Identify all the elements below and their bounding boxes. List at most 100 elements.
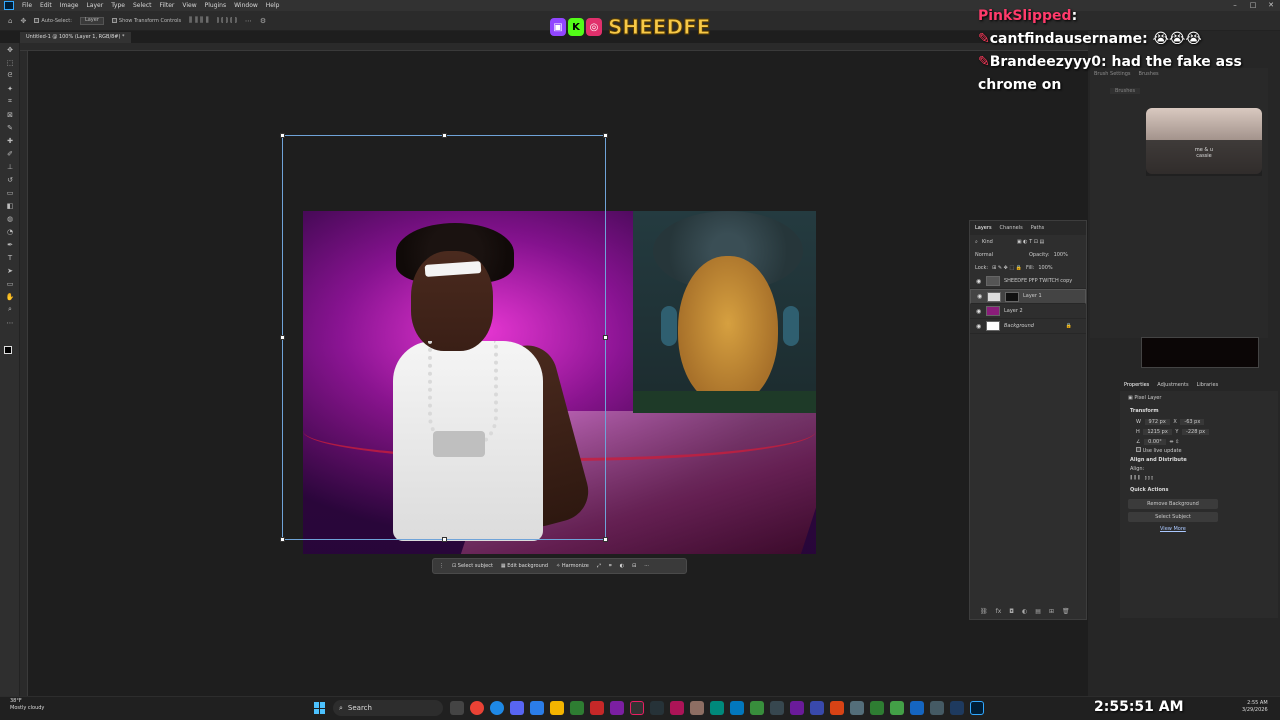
adjustment-layer-icon[interactable]: ◐	[1022, 608, 1027, 615]
app-icon[interactable]	[870, 701, 884, 715]
menu-plugins[interactable]: Plugins	[201, 2, 231, 9]
discord-icon[interactable]	[510, 701, 524, 715]
transform-handle-t[interactable]	[442, 133, 447, 138]
height-field[interactable]: 1215 px	[1143, 429, 1172, 435]
layer-row[interactable]: ◉ Layer 1	[970, 289, 1086, 304]
brush-tool-icon[interactable]: ✐	[0, 147, 20, 160]
tab-layers[interactable]: Layers	[975, 225, 992, 231]
more-options-icon[interactable]: ⋯	[644, 563, 649, 569]
menu-filter[interactable]: Filter	[156, 2, 179, 9]
transform-controls-checkbox[interactable]: Show Transform Controls	[111, 18, 181, 24]
live-update-checkbox[interactable]	[1136, 447, 1141, 452]
transform-section-title[interactable]: Transform	[1120, 405, 1278, 417]
app-icon[interactable]	[910, 701, 924, 715]
lasso-tool-icon[interactable]: ᘓ	[0, 69, 20, 82]
foreground-color-swatch[interactable]	[4, 346, 12, 354]
app-icon[interactable]	[650, 701, 664, 715]
settings-icon[interactable]: ⚙	[260, 17, 266, 25]
checkbox-icon[interactable]	[111, 18, 117, 23]
drag-handle-icon[interactable]: ⋮	[439, 563, 444, 569]
transform-icon[interactable]: ⤢	[597, 563, 601, 569]
select-subject-button[interactable]: ⊡ Select subject	[452, 563, 493, 569]
transform-handle-bl[interactable]	[280, 537, 285, 542]
clone-stamp-icon[interactable]: ⊥	[0, 160, 20, 173]
blur-tool-icon[interactable]: ◍	[0, 212, 20, 225]
layer-name[interactable]: Layer 1	[1023, 293, 1042, 300]
align-icons[interactable]: ⫼ ⫼ ⫼ ⫾ ⫾ ⫾	[1120, 472, 1278, 484]
auto-select-checkbox[interactable]: Auto-Select:	[34, 18, 72, 24]
crop-icon[interactable]: ⌗	[609, 563, 612, 569]
menu-edit[interactable]: Edit	[36, 2, 56, 9]
app-icon[interactable]	[750, 701, 764, 715]
app-icon[interactable]	[570, 701, 584, 715]
new-layer-icon[interactable]: ⊞	[1049, 608, 1054, 615]
crop-tool-icon[interactable]: ⌗	[0, 95, 20, 108]
harmonize-button[interactable]: ✧ Harmonize	[556, 563, 589, 569]
transform-handle-br[interactable]	[603, 537, 608, 542]
path-selection-icon[interactable]: ➤	[0, 264, 20, 277]
gradient-tool-icon[interactable]: ◧	[0, 199, 20, 212]
transform-handle-tl[interactable]	[280, 133, 285, 138]
select-subject-button-panel[interactable]: Select Subject	[1128, 512, 1218, 522]
healing-brush-icon[interactable]: ✚	[0, 134, 20, 147]
app-icon[interactable]	[830, 701, 844, 715]
home-icon[interactable]: ⌂	[8, 17, 12, 25]
flip-icons[interactable]: ⇹ ⇳	[1169, 439, 1179, 445]
app-icon[interactable]	[730, 701, 744, 715]
app-icon[interactable]	[950, 701, 964, 715]
history-brush-icon[interactable]: ↺	[0, 173, 20, 186]
more-tools-icon[interactable]: ⋯	[0, 316, 20, 329]
app-icon[interactable]	[790, 701, 804, 715]
app-icon[interactable]	[850, 701, 864, 715]
tab-paths[interactable]: Paths	[1031, 225, 1045, 231]
photoshop-icon[interactable]	[970, 701, 984, 715]
chrome-icon[interactable]	[470, 701, 484, 715]
magic-wand-icon[interactable]: ✦	[0, 82, 20, 95]
blend-mode-dropdown[interactable]: Normal	[975, 252, 1025, 258]
menu-window[interactable]: Window	[230, 2, 262, 9]
angle-field[interactable]: 0.00°	[1144, 439, 1166, 445]
edge-icon[interactable]	[490, 701, 504, 715]
eyedropper-icon[interactable]: ✎	[0, 121, 20, 134]
align-section-title[interactable]: Align and Distribute	[1120, 454, 1278, 466]
eraser-icon[interactable]: ▭	[0, 186, 20, 199]
visibility-eye-icon[interactable]: ◉	[976, 278, 982, 285]
opacity-value[interactable]: 100%	[1054, 252, 1068, 258]
distribute-icons[interactable]: ⫾ ⫾ ⫾ ⫾ ⫾	[217, 16, 237, 25]
transform-handle-tr[interactable]	[603, 133, 608, 138]
menu-select[interactable]: Select	[129, 2, 156, 9]
delete-layer-icon[interactable]: 🗑	[1062, 608, 1070, 615]
adjust-icon[interactable]: ⊟	[632, 563, 636, 569]
app-icon[interactable]	[810, 701, 824, 715]
transform-handle-r[interactable]	[603, 335, 608, 340]
weather-widget[interactable]: 38°F Mostly cloudy	[10, 698, 44, 712]
app-icon[interactable]	[530, 701, 544, 715]
tab-channels[interactable]: Channels	[1000, 225, 1023, 231]
menu-image[interactable]: Image	[56, 2, 83, 9]
align-icons[interactable]: ⫼ ⫼ ⫼ ⫼	[189, 16, 209, 25]
layer-row[interactable]: ◉ SHEEDFE PFP TWITCH copy	[970, 274, 1086, 289]
visibility-eye-icon[interactable]: ◉	[976, 308, 982, 315]
app-icon[interactable]	[590, 701, 604, 715]
lock-icons[interactable]: ⊞ ✎ ✥ ⬚ 🔒	[992, 265, 1022, 271]
layer-name[interactable]: Background	[1004, 323, 1034, 329]
menu-type[interactable]: Type	[107, 2, 129, 9]
edit-background-button[interactable]: ▦ Edit background	[501, 563, 548, 569]
frame-tool-icon[interactable]: ⊠	[0, 108, 20, 121]
app-icon[interactable]	[890, 701, 904, 715]
taskbar-search[interactable]: ⌕ Search	[333, 700, 443, 716]
layer-row[interactable]: ◉ Layer 2	[970, 304, 1086, 319]
remove-background-button[interactable]: Remove Background	[1128, 499, 1218, 509]
menu-file[interactable]: File	[18, 2, 36, 9]
quick-actions-title[interactable]: Quick Actions	[1120, 484, 1278, 496]
app-icon[interactable]	[690, 701, 704, 715]
file-explorer-icon[interactable]	[550, 701, 564, 715]
visibility-eye-icon[interactable]: ◉	[976, 323, 982, 330]
view-more-link[interactable]: View More	[1160, 526, 1278, 532]
layer-name[interactable]: SHEEDFE PFP TWITCH copy	[1004, 278, 1072, 284]
document-tab[interactable]: Untitled-1 @ 100% (Layer 1, RGB/8#) *	[20, 32, 131, 43]
mask-icon[interactable]: ◐	[620, 563, 624, 569]
visibility-eye-icon[interactable]: ◉	[977, 293, 983, 300]
app-icon[interactable]	[770, 701, 784, 715]
width-field[interactable]: 972 px	[1144, 419, 1170, 425]
